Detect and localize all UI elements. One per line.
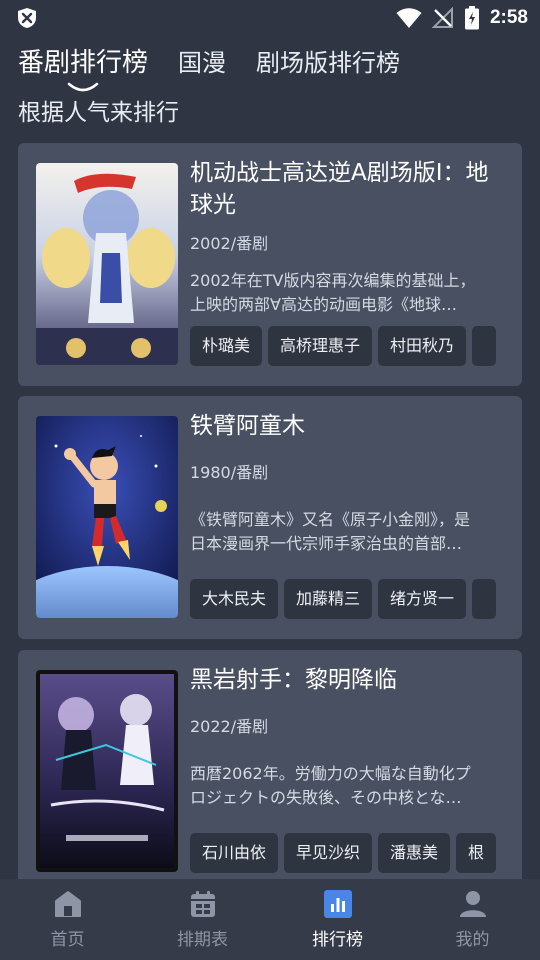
- cast-chip[interactable]: 早见沙织: [284, 833, 373, 873]
- anime-year-type: 1980/番剧: [190, 463, 269, 482]
- cast-chip[interactable]: 加藤精三: [284, 579, 373, 619]
- no-signal-icon: [431, 7, 453, 28]
- nav-label: 我的: [455, 930, 490, 950]
- anime-title: 机动战士高达逆A剧场版I：地球光: [190, 160, 489, 218]
- tab-label: 番剧排行榜: [18, 48, 149, 78]
- calendar-icon: [190, 891, 215, 917]
- nav-ranking[interactable]: 排行榜: [270, 889, 405, 950]
- anime-description: 《铁臂阿童木》又名《原子小金刚》，是 日本漫画界一代宗师手冢治虫的首部…: [190, 508, 508, 556]
- cast-chip[interactable]: 朴璐美: [190, 326, 263, 366]
- anime-card[interactable]: 铁臂阿童木 1980/番剧 《铁臂阿童木》又名《原子小金刚》，是 日本漫画界一代…: [18, 396, 522, 639]
- cast-chip[interactable]: [472, 326, 497, 366]
- description-line: 上映的两部∀高达的动画电影《地球…: [190, 295, 457, 314]
- card-info: 黑岩射手：黎明降临 2022/番剧 西暦2062年。労働力の大幅な自動化プ ロジ…: [190, 664, 508, 810]
- description-line: 西暦2062年。労働力の大幅な自動化プ: [190, 764, 471, 783]
- shield-app-icon: [18, 8, 36, 28]
- description-line: ロジェクトの失敗後、その中核とな…: [190, 788, 462, 807]
- tab-anime-ranking[interactable]: 番剧排行榜: [18, 44, 149, 92]
- anime-year-type: 2002/番剧: [190, 234, 269, 253]
- anime-title: 黑岩射手：黎明降临: [190, 667, 397, 693]
- bottom-nav: 首页 排期表 排行榜 我的: [0, 879, 540, 960]
- card-info: 铁臂阿童木 1980/番剧 《铁臂阿童木》又名《原子小金刚》，是 日本漫画界一代…: [190, 410, 508, 556]
- wifi-icon: [396, 8, 422, 28]
- ranking-subtitle: 根据人气来排行: [18, 100, 179, 126]
- status-bar: 2:58: [0, 0, 540, 36]
- nav-label: 首页: [50, 930, 85, 950]
- anime-title: 铁臂阿童木: [190, 413, 305, 439]
- nav-profile[interactable]: 我的: [405, 889, 540, 950]
- home-icon: [54, 891, 81, 917]
- cast-chip[interactable]: 绪方贤一: [378, 579, 467, 619]
- anime-description: 西暦2062年。労働力の大幅な自動化プ ロジェクトの失敗後、その中核とな…: [190, 762, 508, 810]
- poster-image[interactable]: [36, 670, 178, 872]
- cast-chip[interactable]: 石川由依: [190, 833, 279, 873]
- battery-charging-icon: [464, 6, 479, 30]
- profile-icon: [459, 891, 486, 917]
- poster-image[interactable]: [36, 163, 178, 365]
- anime-description: 2002年在TV版内容再次编集的基础上， 上映的两部∀高达的动画电影《地球…: [190, 269, 508, 317]
- nav-label: 排期表: [177, 930, 228, 950]
- anime-year-type: 2022/番剧: [190, 717, 269, 736]
- description-line: 《铁臂阿童木》又名《原子小金刚》，是: [190, 510, 471, 529]
- cast-chip[interactable]: 潘惠美: [378, 833, 451, 873]
- tab-movie-ranking[interactable]: 剧场版排行榜: [256, 44, 400, 82]
- anime-card[interactable]: 机动战士高达逆A剧场版I：地球光 2002/番剧 2002年在TV版内容再次编集…: [18, 143, 522, 386]
- description-line: 日本漫画界一代宗师手冢治虫的首部…: [190, 534, 463, 553]
- description-line: 2002年在TV版内容再次编集的基础上，: [190, 271, 476, 290]
- nav-home[interactable]: 首页: [0, 889, 135, 950]
- tab-guoman[interactable]: 国漫: [178, 44, 226, 82]
- nav-label: 排行榜: [312, 930, 363, 950]
- cast-chips[interactable]: 大木民夫 加藤精三 绪方贤一: [190, 579, 504, 621]
- poster-image[interactable]: [36, 416, 178, 618]
- cast-chip[interactable]: [472, 579, 497, 619]
- tab-active-indicator: [67, 82, 99, 92]
- ranking-list[interactable]: 机动战士高达逆A剧场版I：地球光 2002/番剧 2002年在TV版内容再次编集…: [18, 143, 522, 879]
- cast-chip[interactable]: 大木民夫: [190, 579, 279, 619]
- cast-chips[interactable]: 朴璐美 高桥理惠子 村田秋乃: [190, 326, 504, 368]
- nav-schedule[interactable]: 排期表: [135, 889, 270, 950]
- anime-card[interactable]: 黑岩射手：黎明降临 2022/番剧 西暦2062年。労働力の大幅な自動化プ ロジ…: [18, 650, 522, 879]
- cast-chip[interactable]: 根: [456, 833, 497, 873]
- card-info: 机动战士高达逆A剧场版I：地球光 2002/番剧 2002年在TV版内容再次编集…: [190, 157, 508, 317]
- tab-label: 剧场版排行榜: [256, 49, 401, 77]
- tab-label: 国漫: [178, 49, 227, 77]
- cast-chips[interactable]: 石川由依 早见沙织 潘惠美根: [190, 833, 504, 875]
- cast-chip[interactable]: 高桥理惠子: [268, 326, 373, 366]
- ranking-icon: [323, 890, 352, 918]
- cast-chip[interactable]: 村田秋乃: [378, 326, 467, 366]
- category-tabs: 番剧排行榜 国漫 剧场版排行榜: [18, 44, 430, 92]
- status-time: 2:58: [489, 7, 528, 28]
